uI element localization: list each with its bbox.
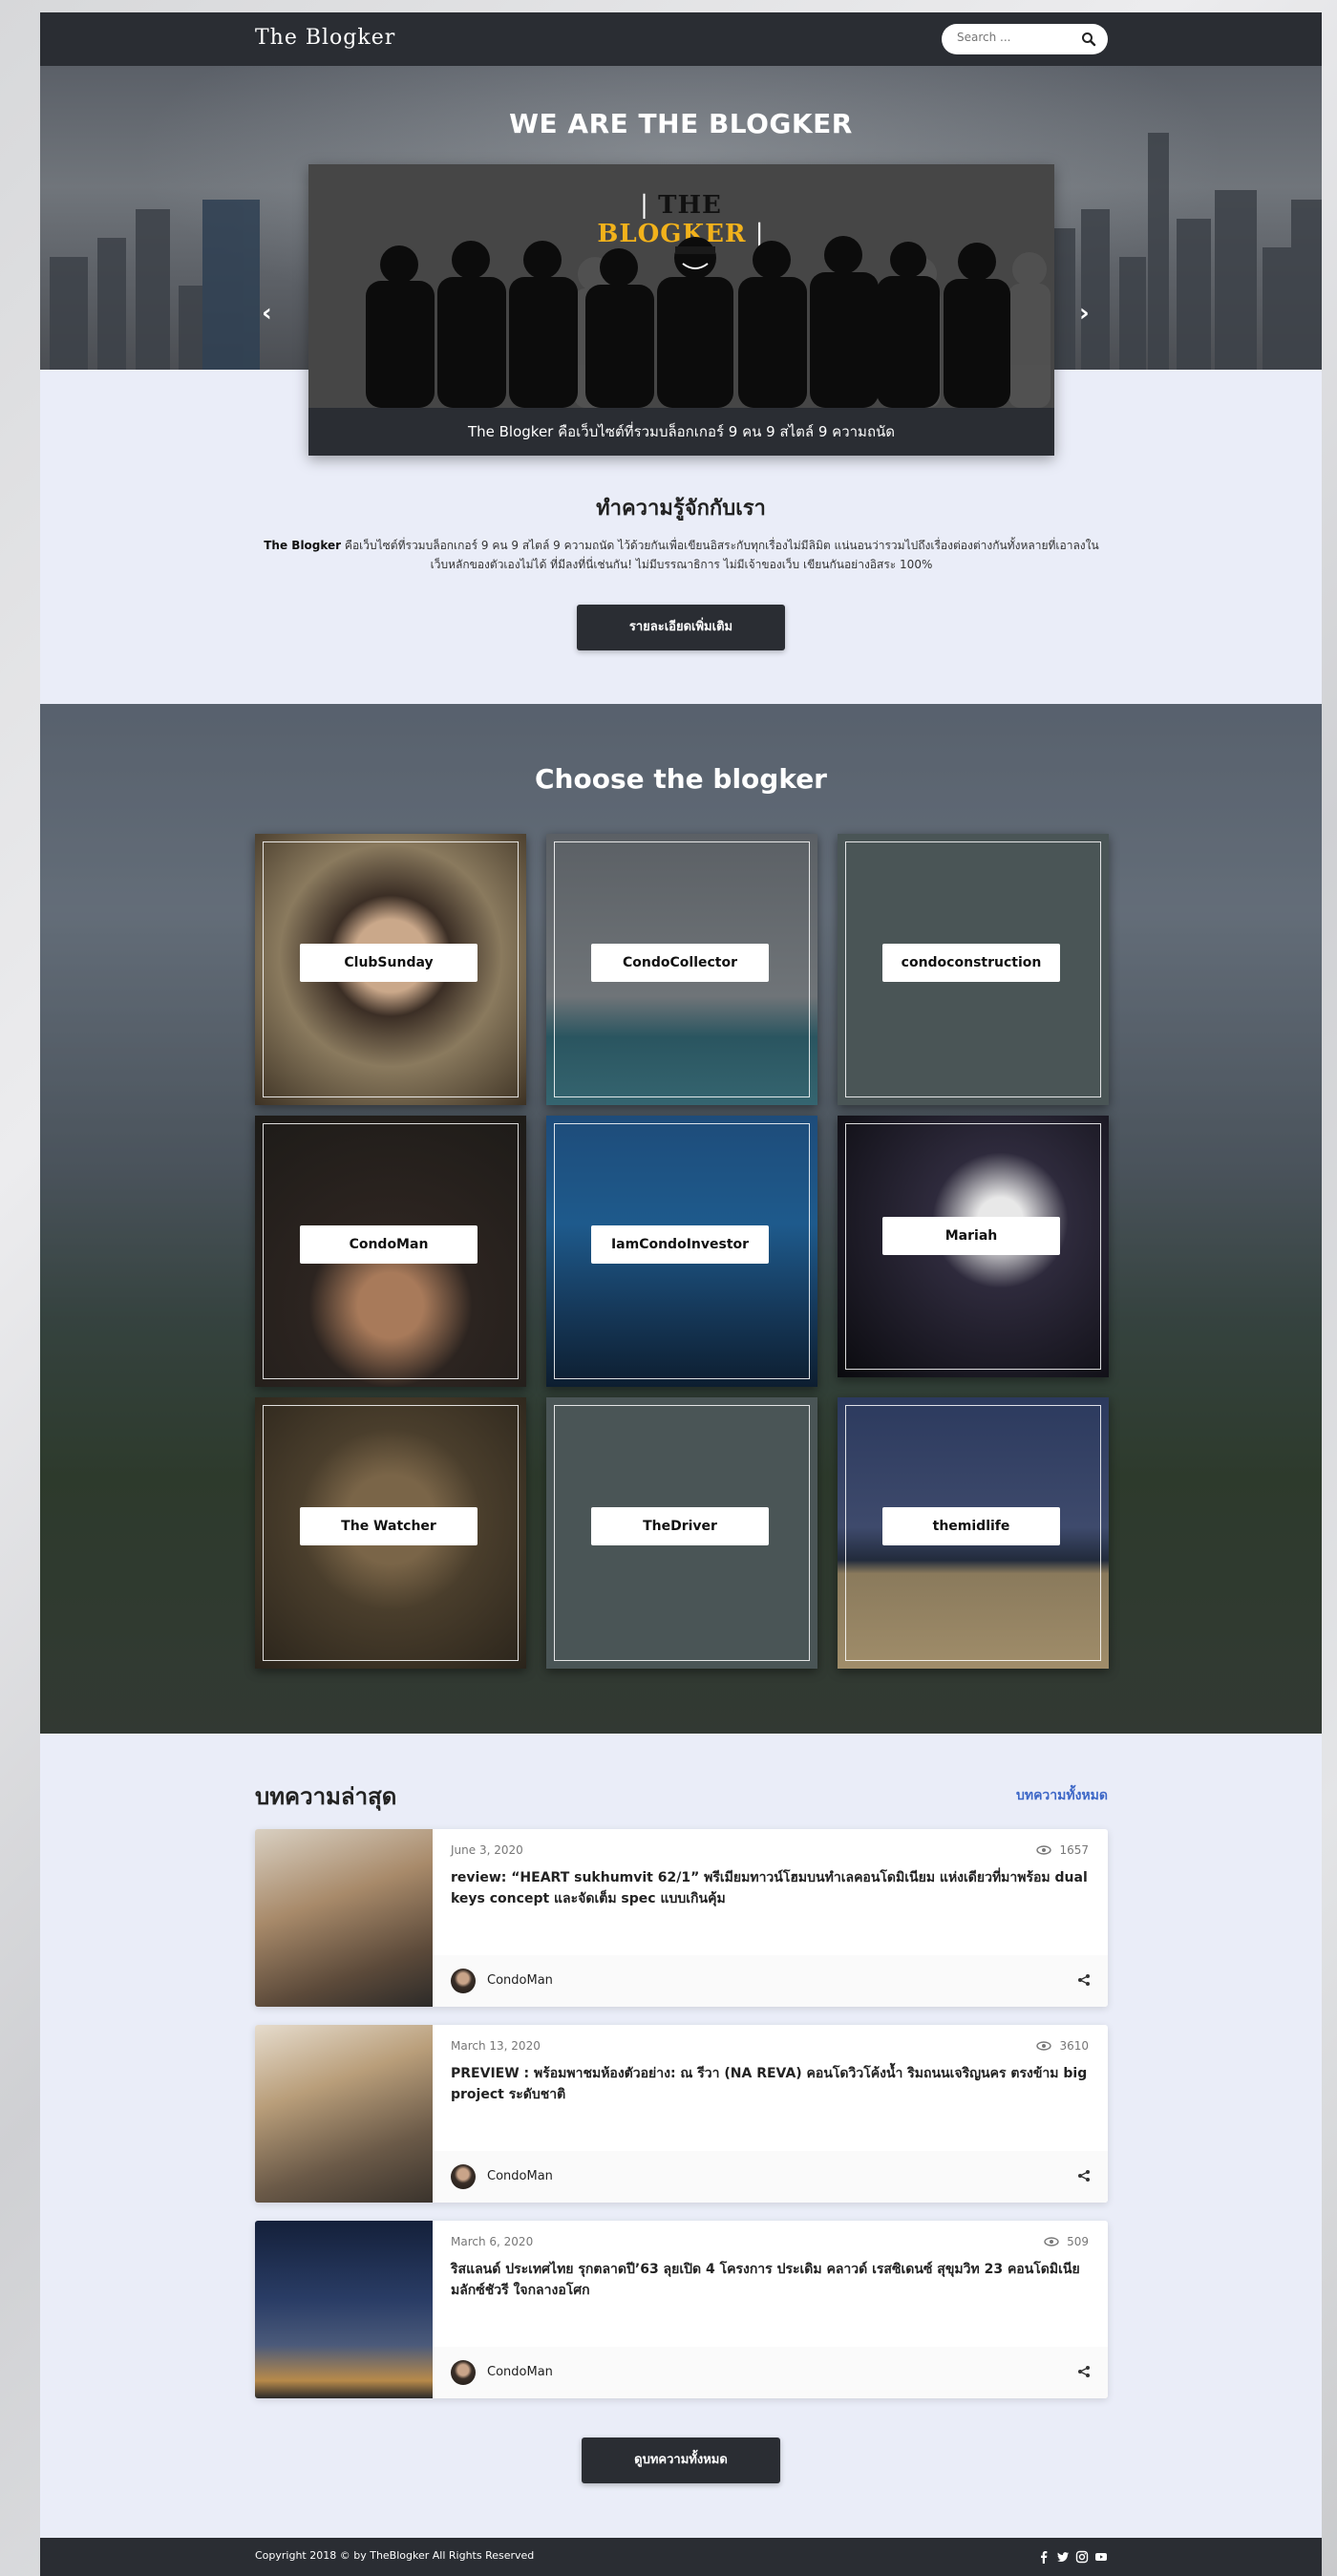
youtube-icon[interactable]	[1094, 2550, 1108, 2564]
latest-articles-title: บทความล่าสุด	[255, 1783, 397, 1810]
site-footer: Copyright 2018 © by TheBlogker All Right…	[40, 2538, 1322, 2576]
blogger-name[interactable]: The Watcher	[300, 1507, 478, 1545]
slide-caption: The Blogker คือเว็บไซต์ที่รวมบล็อกเกอร์ …	[308, 408, 1054, 456]
view-all-articles-link[interactable]: บทความทั้งหมด	[957, 1785, 1108, 1806]
blogger-name[interactable]: TheDriver	[591, 1507, 769, 1545]
twitter-icon[interactable]	[1056, 2550, 1070, 2564]
share-icon[interactable]	[1077, 1973, 1091, 1987]
article-date: March 13, 2020	[451, 2039, 541, 2053]
share-icon[interactable]	[1077, 2365, 1091, 2378]
eye-icon	[1036, 1845, 1052, 1855]
avatar[interactable]	[451, 2164, 476, 2189]
site-brand[interactable]: The Blogker	[255, 26, 395, 50]
article-author[interactable]: CondoMan	[487, 2365, 553, 2379]
article-thumbnail[interactable]	[255, 2025, 433, 2203]
blogger-card-condoconstruction[interactable]: condoconstruction	[838, 834, 1109, 1105]
blogger-card-iamcondoinvestor[interactable]: IamCondoInvestor	[546, 1116, 817, 1387]
article-card[interactable]: June 3, 2020 1657 review: “HEART sukhumv…	[255, 1829, 1108, 2007]
blogger-card-clubsunday[interactable]: ClubSunday	[255, 834, 526, 1105]
article-views: 3610	[1036, 2039, 1089, 2053]
blogger-name[interactable]: themidlife	[882, 1507, 1060, 1545]
blogger-name[interactable]: CondoCollector	[591, 944, 769, 982]
article-thumbnail[interactable]	[255, 1829, 433, 2007]
social-links	[1031, 2547, 1108, 2566]
blogger-name[interactable]: Mariah	[882, 1217, 1060, 1255]
page-frame: The Blogker Search ... WE ARE THE BLOGKE…	[40, 12, 1322, 2576]
search-input[interactable]	[957, 31, 1072, 44]
search-icon[interactable]	[1081, 32, 1096, 47]
bloggers-section: Choose the blogker ClubSunday CondoColle…	[40, 704, 1322, 1734]
article-views: 509	[1044, 2235, 1089, 2248]
view-all-articles-button[interactable]: ดูบทความทั้งหมด	[582, 2438, 780, 2483]
slider-next-arrow-icon[interactable]: ›	[1079, 299, 1102, 328]
article-card[interactable]: March 13, 2020 3610 PREVIEW : พร้อมพาชมห…	[255, 2025, 1108, 2203]
hero-title: WE ARE THE BLOGKER	[509, 108, 853, 139]
eye-icon	[1044, 2237, 1059, 2246]
avatar[interactable]	[451, 2360, 476, 2385]
article-author[interactable]: CondoMan	[487, 2169, 553, 2183]
slider-prev-arrow-icon[interactable]: ‹	[262, 299, 285, 328]
slide-image[interactable]: | THE BLOGKER |	[308, 164, 1054, 408]
article-title[interactable]: PREVIEW : พร้อมพาชมห้องตัวอย่าง: ณ รีวา …	[451, 2063, 1091, 2105]
copyright-text: Copyright 2018 © by TheBlogker All Right…	[255, 2549, 535, 2562]
blogger-card-condoman[interactable]: CondoMan	[255, 1116, 526, 1387]
article-date: March 6, 2020	[451, 2235, 534, 2248]
facebook-icon[interactable]	[1037, 2550, 1050, 2564]
search-box[interactable]	[942, 24, 1108, 54]
article-title[interactable]: review: “HEART sukhumvit 62/1” พรีเมียมท…	[451, 1867, 1091, 1909]
blogger-card-condocollector[interactable]: CondoCollector	[546, 834, 817, 1105]
blogger-card-themidlife[interactable]: themidlife	[838, 1397, 1109, 1669]
bloggers-title: Choose the blogker	[534, 763, 827, 795]
blogger-name[interactable]: CondoMan	[300, 1225, 478, 1264]
article-footer: CondoMan	[433, 2347, 1108, 2398]
article-title[interactable]: ริสแลนด์ ประเทศไทย รุกตลาดปี’63 ลุยเปิด …	[451, 2259, 1091, 2301]
navbar: The Blogker	[40, 12, 1322, 66]
article-footer: CondoMan	[433, 1955, 1108, 2007]
blogger-card-the-watcher[interactable]: The Watcher	[255, 1397, 526, 1669]
blogger-name[interactable]: condoconstruction	[882, 944, 1060, 982]
blogger-card-mariah[interactable]: Mariah	[838, 1116, 1109, 1377]
blogger-name[interactable]: ClubSunday	[300, 944, 478, 982]
instagram-icon[interactable]	[1075, 2550, 1089, 2564]
blogger-name[interactable]: IamCondoInvestor	[591, 1225, 769, 1264]
avatar[interactable]	[451, 1969, 476, 1993]
article-date: June 3, 2020	[451, 1843, 523, 1857]
article-author[interactable]: CondoMan	[487, 1973, 553, 1988]
eye-icon	[1036, 2041, 1052, 2051]
about-more-button[interactable]: รายละเอียดเพิ่มเติม	[577, 605, 785, 650]
article-views: 1657	[1036, 1843, 1089, 1857]
article-thumbnail[interactable]	[255, 2221, 433, 2398]
about-title: ทำความรู้จักกับเรา	[596, 497, 766, 521]
article-card[interactable]: March 6, 2020 509 ริสแลนด์ ประเทศไทย รุก…	[255, 2221, 1108, 2398]
share-icon[interactable]	[1077, 2169, 1091, 2182]
hero-slider[interactable]: | THE BLOGKER | The Blogker คือเว็บไซต์ท…	[308, 164, 1054, 456]
group-silhouette-image	[366, 236, 1050, 408]
article-footer: CondoMan	[433, 2151, 1108, 2203]
blogger-card-thedriver[interactable]: TheDriver	[546, 1397, 817, 1669]
about-text: The Blogker คือเว็บไซต์ที่รวมบล็อกเกอร์ …	[264, 539, 1099, 571]
